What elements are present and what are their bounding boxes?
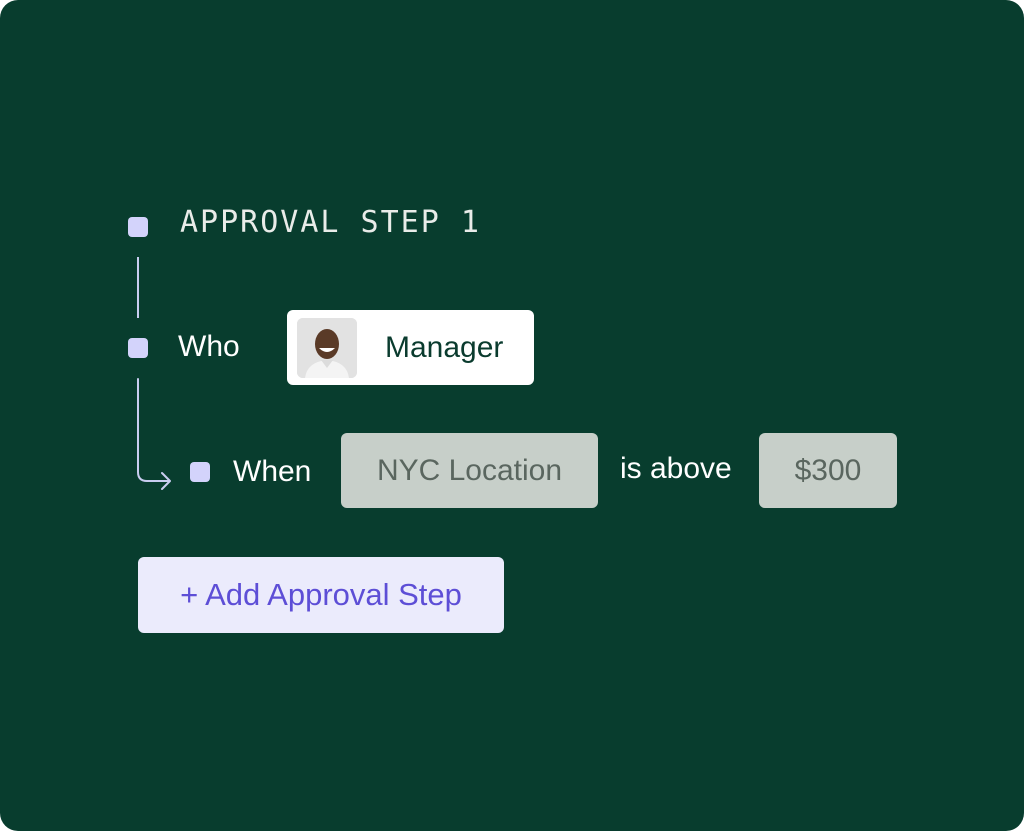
approver-chip[interactable]: Manager [287,310,534,385]
condition-field-chip[interactable]: NYC Location [341,433,598,508]
condition-operator: is above [620,452,732,485]
who-bullet [128,338,148,358]
person-avatar-icon [297,317,357,378]
approver-name: Manager [385,330,504,364]
step-bullet [128,217,148,237]
approval-workflow-card: APPROVAL STEP 1 Who Manager When NYC Loc… [0,0,1024,831]
workflow-connector-lines [137,257,171,490]
when-bullet [190,462,210,482]
when-label: When [233,455,312,488]
step-title: APPROVAL STEP 1 [180,205,481,240]
who-label: Who [178,330,240,363]
add-approval-step-button[interactable]: + Add Approval Step [138,557,504,633]
condition-value-chip[interactable]: $300 [759,433,897,508]
who-to-when-connector-arrow [137,378,171,490]
